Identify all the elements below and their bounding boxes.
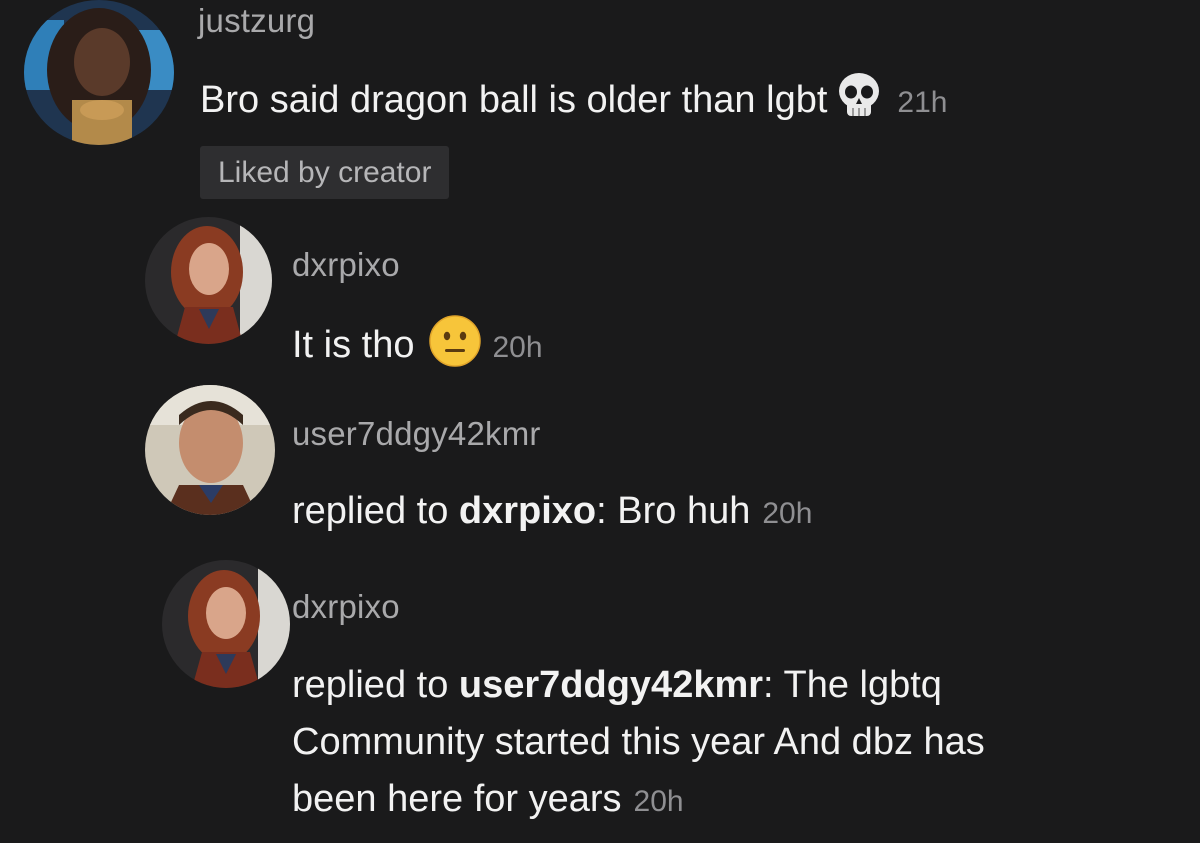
avatar-dxrpixo[interactable] <box>145 217 272 344</box>
comment-text: replied to dxrpixo: Bro huh 20h <box>292 483 812 542</box>
mention-link[interactable]: user7ddgy42kmr <box>459 664 763 706</box>
timestamp: 20h <box>762 497 813 530</box>
timestamp: 20h <box>492 331 543 364</box>
avatar-user7ddgy42kmr[interactable] <box>145 385 275 515</box>
comment-text: replied to user7ddgy42kmr: The lgbtq Com… <box>292 657 985 830</box>
comment-body-line-1: The lgbtq <box>773 664 942 706</box>
mention-separator: : <box>763 664 774 706</box>
username[interactable]: justzurg <box>198 2 315 40</box>
comment-body: It is tho <box>292 324 415 366</box>
neutral-face-icon <box>428 315 481 384</box>
username[interactable]: dxrpixo <box>292 246 400 284</box>
mention-separator: : <box>596 490 607 532</box>
timestamp: 20h <box>633 785 684 818</box>
comment-body: Bro said dragon ball is older than lgbt <box>200 79 828 121</box>
comment-body: Bro huh <box>606 490 751 532</box>
comment-body-line-2: Community started this year And dbz has <box>292 721 985 763</box>
avatar-image <box>145 385 275 515</box>
mention-link[interactable]: dxrpixo <box>459 490 596 532</box>
avatar-image <box>162 560 290 688</box>
username[interactable]: dxrpixo <box>292 588 400 626</box>
comment-text: Bro said dragon ball is older than lgbt … <box>200 70 947 139</box>
comment-body-line-3: been here for years <box>292 778 622 820</box>
skull-icon <box>833 70 885 139</box>
avatar-justzurg[interactable] <box>24 0 174 145</box>
reply-prefix: replied to <box>292 490 459 532</box>
avatar-image <box>145 217 272 344</box>
avatar-dxrpixo[interactable] <box>162 560 290 688</box>
timestamp: 21h <box>897 86 948 119</box>
comment-text: It is tho 20h <box>292 315 543 384</box>
avatar-image <box>24 0 174 145</box>
username[interactable]: user7ddgy42kmr <box>292 415 541 453</box>
liked-by-creator-badge: Liked by creator <box>200 146 450 199</box>
comment-line-3: been here for years 20h <box>292 771 985 830</box>
reply-prefix: replied to <box>292 664 459 706</box>
comment-line-1: replied to user7ddgy42kmr: The lgbtq <box>292 657 985 714</box>
